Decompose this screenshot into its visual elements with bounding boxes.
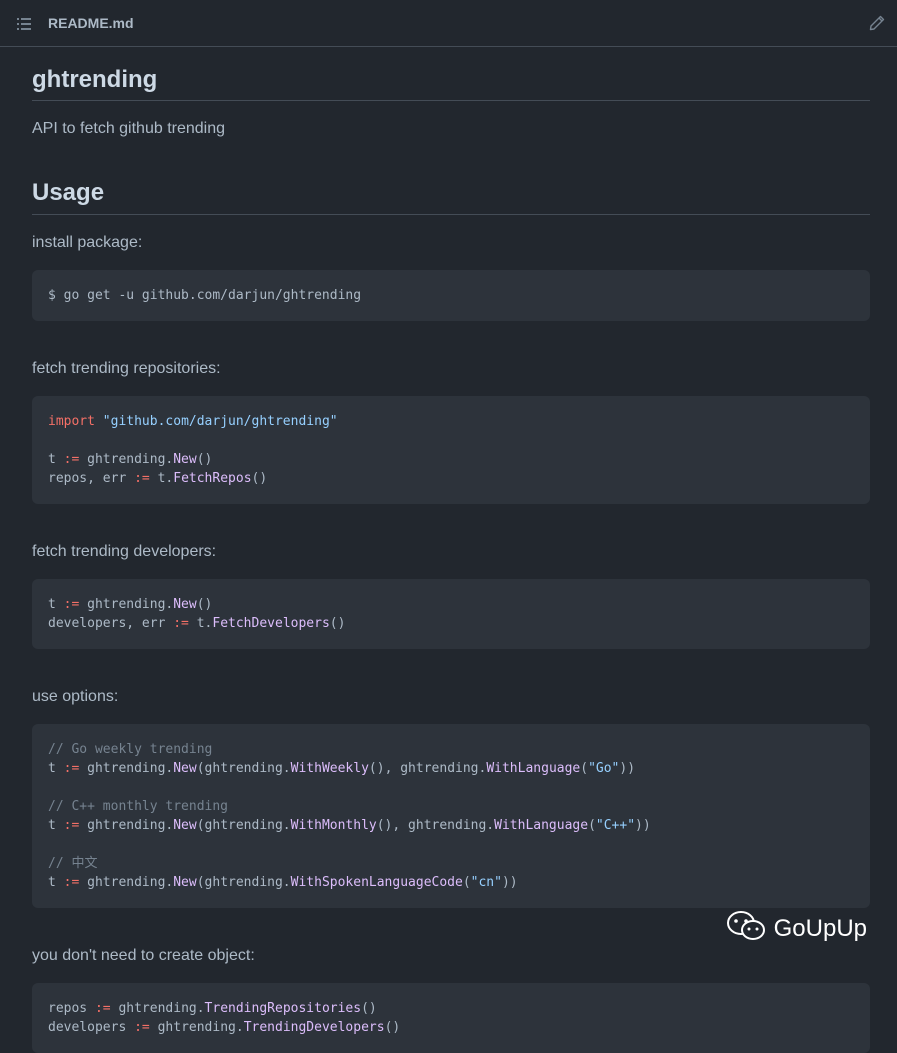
list-unordered-icon[interactable] xyxy=(17,17,31,30)
file-name: README.md xyxy=(48,15,134,31)
install-code-block[interactable]: $ go get -u github.com/darjun/ghtrending xyxy=(32,270,870,321)
devs-code-block[interactable]: t := ghtrending.New() developers, err :=… xyxy=(32,579,870,649)
watermark: GoUpUp xyxy=(726,910,867,947)
repos-code-block[interactable]: import "github.com/darjun/ghtrending" t … xyxy=(32,396,870,504)
options-code-block[interactable]: // Go weekly trending t := ghtrending.Ne… xyxy=(32,724,870,908)
noobj-code-block[interactable]: repos := ghtrending.TrendingRepositories… xyxy=(32,983,870,1053)
usage-heading: Usage xyxy=(32,158,870,215)
file-header: README.md xyxy=(0,0,897,47)
readme-content: ghtrending API to fetch github trending … xyxy=(0,47,897,1053)
readme-description: API to fetch github trending xyxy=(32,120,226,137)
pencil-icon[interactable] xyxy=(869,15,885,31)
repos-label: fetch trending repositories: xyxy=(32,360,221,377)
options-label: use options: xyxy=(32,688,119,705)
readme-title: ghtrending xyxy=(32,47,870,101)
install-label: install package: xyxy=(32,234,143,251)
watermark-text: GoUpUp xyxy=(773,914,867,942)
devs-label: fetch trending developers: xyxy=(32,543,217,560)
wechat-icon xyxy=(726,910,766,947)
